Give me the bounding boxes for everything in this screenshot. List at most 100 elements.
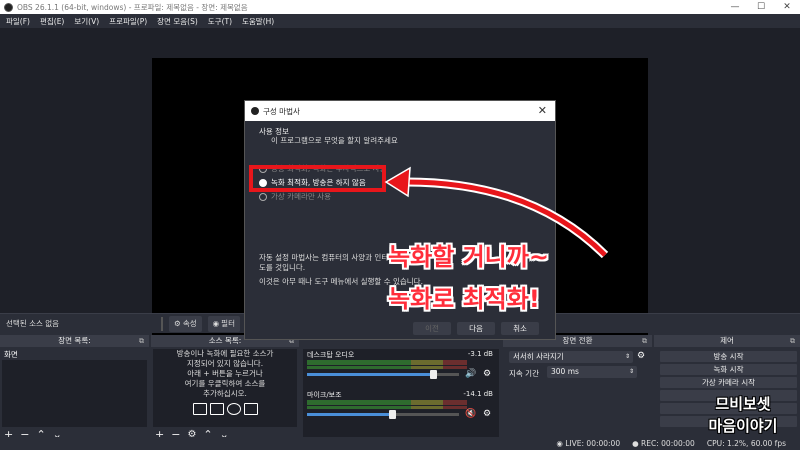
minimize-button[interactable]: — [722, 0, 748, 14]
undock-icon[interactable]: ⧉ [642, 335, 647, 347]
window-titlebar: OBS 26.1.1 (64-bit, windows) - 프로파일: 제목없… [0, 0, 800, 14]
next-button[interactable]: 다음 [457, 322, 495, 335]
cpu-status: CPU: 1.2%, 60.00 fps [706, 439, 786, 448]
gear-icon[interactable]: ⚙ [483, 409, 491, 419]
menu-profile[interactable]: 프로파일(P) [105, 16, 153, 27]
volume-slider[interactable] [307, 370, 459, 379]
dialog-buttons: 이전 다음 취소 [413, 322, 539, 335]
volume-fill [307, 373, 434, 376]
level-meter [307, 360, 467, 365]
filter-icon: ◉ [212, 319, 220, 328]
undock-icon[interactable]: ⧉ [139, 335, 144, 347]
hint-line: 여기를 우클릭하여 소스를 [184, 379, 266, 388]
obs-logo-icon [4, 2, 13, 12]
spinner-icon[interactable]: ⇕ [629, 366, 634, 378]
volume-knob[interactable] [430, 370, 438, 379]
transition-select[interactable]: 서서히 사라지기 ⇕ [509, 351, 633, 363]
sources-title: 소스 목록: [208, 336, 242, 345]
record-icon: ● [632, 439, 639, 448]
broadcast-icon: ◉ [556, 439, 563, 448]
prev-button[interactable]: 이전 [413, 322, 451, 335]
image-icon [192, 403, 207, 415]
window-controls: — ☐ ✕ [722, 0, 800, 14]
volume-fill [307, 413, 393, 416]
annotation-line1: 녹화할 거니까~ [388, 243, 549, 271]
filters-label: 필터 [221, 319, 235, 328]
dialog-titlebar: 구성 마법사 ✕ [245, 101, 555, 121]
gear-icon: ⚙ [174, 319, 181, 328]
gear-icon[interactable]: ⚙ [637, 351, 645, 361]
menu-tools[interactable]: 도구(T) [204, 16, 238, 27]
dock-header: 제어 ⧉ [654, 335, 800, 347]
hint-line: 추가하십시오. [203, 389, 247, 398]
hint-line: 지정되어 있지 않습니다. [186, 359, 264, 368]
properties-button[interactable]: ⚙ 속성 [169, 315, 202, 332]
menu-bar: 파일(F) 편집(E) 보기(V) 프로파일(P) 장면 모음(S) 도구(T)… [0, 14, 800, 28]
menu-file[interactable]: 파일(F) [2, 16, 36, 27]
empty-sources-hint: 방송이나 녹화에 필요한 소스가 지정되어 있지 않습니다. 아래 + 버튼을 … [153, 349, 297, 399]
properties-label: 속성 [182, 319, 197, 328]
level-meter [307, 400, 467, 405]
close-window-button[interactable]: ✕ [774, 0, 800, 14]
duration-input[interactable]: 300 ms ⇕ [547, 366, 637, 378]
transition-selected: 서서히 사라지기 [513, 352, 564, 361]
scenes-title: 장면 목록: [58, 336, 91, 345]
menu-scene-collection[interactable]: 장면 모음(S) [153, 16, 204, 27]
close-icon[interactable]: ✕ [538, 104, 547, 117]
track-name: 데스크탑 오디오 [307, 351, 355, 359]
watermark-line1: 므비보셋 [715, 395, 771, 413]
maximize-button[interactable]: ☐ [748, 0, 774, 14]
display-icon [209, 403, 224, 415]
audio-mixer-dock: 데스크탑 오디오 -3.1 dB 🔊 ⚙ 마이크/보조 -14.1 dB 🔇 ⚙ [301, 335, 501, 441]
track-name: 마이크/보조 [307, 391, 342, 399]
transitions-dock: 장면 전환 ⧉ 서서히 사라지기 ⇕ ⚙ 지속 기간 300 ms ⇕ [503, 335, 652, 437]
volume-slider[interactable] [307, 410, 459, 419]
speaker-muted-icon[interactable]: 🔇 [465, 409, 476, 419]
sources-dock: 소스 목록: ⧉ 방송이나 녹화에 필요한 소스가 지정되어 있지 않습니다. … [151, 335, 299, 441]
section-subtitle: 이 프로그램으로 무엇을 할지 알려주세요 [271, 136, 398, 145]
transitions-title: 장면 전환 [562, 336, 593, 345]
duration-value: 300 ms [551, 367, 579, 376]
scenes-dock: 장면 목록: ⧉ 화면 + − ⌃ ⌄ [0, 335, 149, 441]
chevron-updown-icon: ⇕ [624, 353, 630, 360]
option-virtual-camera[interactable]: 가상 카메라만 사용 [259, 191, 331, 202]
speaker-icon[interactable]: 🔊 [465, 369, 476, 379]
watermark: 므비보셋 마음이야기 [692, 393, 794, 437]
window-title: OBS 26.1.1 (64-bit, windows) - 프로파일: 제목없… [17, 2, 248, 12]
volume-knob[interactable] [389, 410, 397, 419]
gear-icon[interactable]: ⚙ [483, 369, 491, 379]
radio-button[interactable] [259, 192, 267, 201]
start-virtual-camera-button[interactable]: 가상 카메라 시작 [660, 377, 797, 388]
level-meter [307, 406, 467, 409]
source-list[interactable]: 방송이나 녹화에 필요한 소스가 지정되어 있지 않습니다. 아래 + 버튼을 … [153, 349, 297, 427]
highlight-box [249, 165, 386, 192]
live-status: ◉ LIVE: 00:00:00 [556, 439, 620, 448]
status-bar: ◉ LIVE: 00:00:00 ● REC: 00:00:00 CPU: 1.… [0, 437, 800, 450]
filters-button[interactable]: ◉ 필터 [207, 315, 240, 332]
option-label: 가상 카메라만 사용 [271, 192, 331, 201]
level-meter [307, 366, 467, 369]
scene-item[interactable]: 화면 [2, 349, 147, 360]
hint-line: 아래 + 버튼을 누르거나 [187, 369, 263, 378]
cancel-button[interactable]: 취소 [501, 322, 539, 335]
track-db: -14.1 dB [463, 390, 493, 398]
no-source-label: 선택된 소스 없음 [6, 319, 60, 328]
live-time: LIVE: 00:00:00 [565, 439, 621, 448]
mixer-body: 데스크탑 오디오 -3.1 dB 🔊 ⚙ 마이크/보조 -14.1 dB 🔇 ⚙ [303, 349, 499, 441]
start-streaming-button[interactable]: 방송 시작 [660, 351, 797, 362]
start-recording-button[interactable]: 녹화 시작 [660, 364, 797, 375]
dialog-title: 구성 마법사 [263, 106, 300, 116]
menu-view[interactable]: 보기(V) [70, 16, 105, 27]
menu-edit[interactable]: 편집(E) [36, 16, 70, 27]
dock-header: 장면 목록: ⧉ [0, 335, 149, 347]
browser-globe-icon [226, 403, 241, 415]
source-type-icons [153, 403, 297, 415]
mixer-track-mic: 마이크/보조 -14.1 dB 🔇 ⚙ [305, 389, 499, 427]
scene-list[interactable]: 화면 [2, 349, 147, 427]
menu-help[interactable]: 도움말(H) [238, 16, 280, 27]
watermark-line2: 마음이야기 [708, 417, 778, 435]
toolbar-divider [161, 316, 164, 331]
transitions-body: 서서히 사라지기 ⇕ ⚙ 지속 기간 300 ms ⇕ [505, 349, 650, 427]
undock-icon[interactable]: ⧉ [790, 335, 795, 347]
mixer-track-desktop: 데스크탑 오디오 -3.1 dB 🔊 ⚙ [305, 349, 499, 387]
